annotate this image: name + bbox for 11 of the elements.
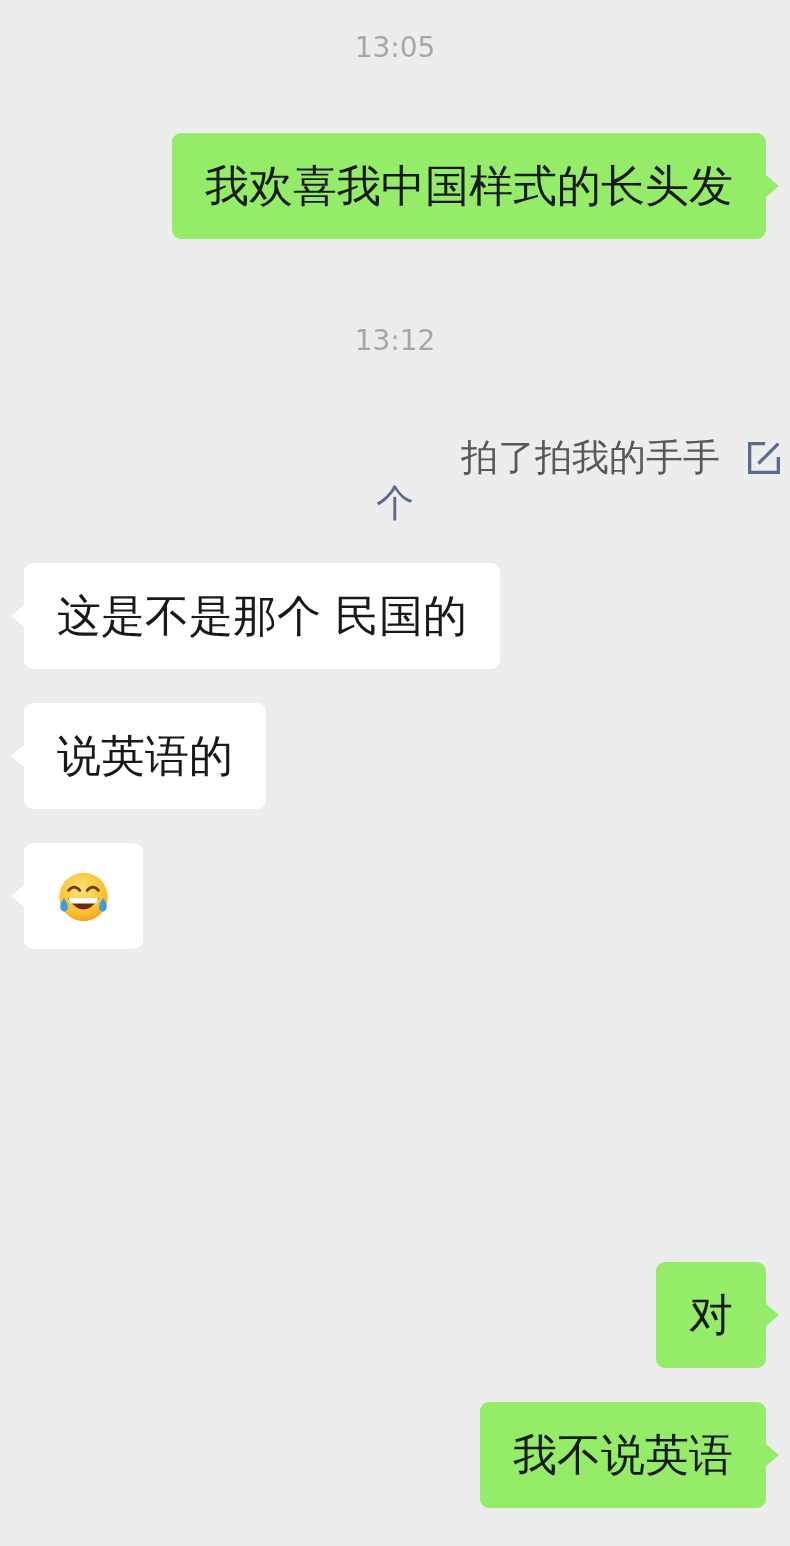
edit-icon[interactable] (748, 442, 780, 474)
laughing-tears-emoji-icon (57, 871, 110, 921)
message-text: 我不说英语 (513, 1429, 733, 1481)
pat-notice-text: 个 (376, 482, 414, 524)
message-text: 这是不是那个 民国的 (57, 590, 467, 642)
message-text: 说英语的 (57, 730, 233, 782)
timestamp: 13:12 (354, 323, 436, 359)
message-text: 对 (689, 1289, 733, 1341)
pat-notice-text: 拍了拍我的手手 (461, 437, 720, 479)
timestamp: 13:05 (354, 30, 436, 66)
message-text: 我欢喜我中国样式的长头发 (205, 160, 733, 212)
